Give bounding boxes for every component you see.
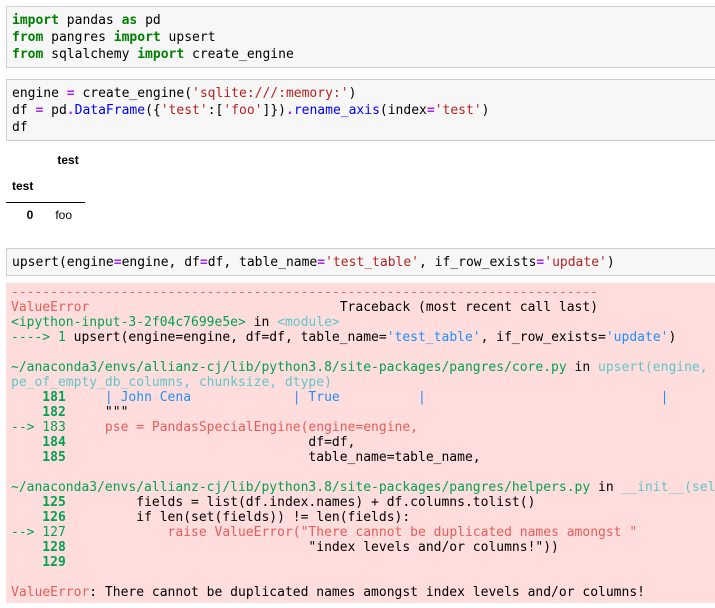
traceback-line: 128 "index levels and/or columns!")) (11, 540, 559, 555)
code-line: from sqlalchemy import create_engine (12, 47, 294, 62)
traceback-line: 185 table_name=table_name, (11, 450, 481, 465)
traceback-line: 129 (11, 555, 74, 570)
traceback-line: 184 df=df, (11, 435, 356, 450)
traceback-line: 125 fields = list(df.index.names) + df.c… (11, 495, 536, 510)
row-index: 0 (26, 208, 34, 223)
cell-value: foo (55, 208, 73, 223)
code-cell-imports[interactable]: import pandas as pd from pangres import … (6, 6, 715, 68)
traceback-line: 126 if len(set(fields)) != len(fields): (11, 510, 411, 525)
traceback-signature: pe_of_empty_db_columns, chunksize, dtype… (11, 375, 332, 390)
code-cell-upsert[interactable]: upsert(engine=engine, df=df, table_name=… (6, 248, 715, 276)
traceback-line: --> 183 pse = PandasSpecialEngine(engine… (11, 420, 418, 435)
traceback-line: ----> 1 upsert(engine=engine, df=df, tab… (11, 330, 677, 345)
code-line: import pandas as pd (12, 13, 161, 28)
error-message: ValueError: There cannot be duplicated n… (11, 585, 645, 600)
separator: ----------------------------------------… (11, 285, 598, 300)
traceback-line: 181 | John Cena | True | | (11, 390, 669, 405)
error-traceback: ----------------------------------------… (6, 283, 715, 603)
code-line: from pangres import upsert (12, 30, 216, 45)
traceback-line: 182 """ (11, 405, 129, 420)
code-line: df (12, 120, 28, 135)
column-header: test (57, 153, 79, 167)
code-line: engine = create_engine('sqlite:///:memor… (12, 86, 357, 101)
traceback-header: ValueError Traceback (most recent call l… (11, 300, 599, 315)
dataframe-output: test test 0 foo (6, 150, 85, 228)
code-line: df = pd.DataFrame({'test':['foo']}).rena… (12, 103, 490, 118)
index-name: test (12, 178, 34, 193)
traceback-frame: <ipython-input-3-2f04c7699e5e> in <modul… (11, 315, 340, 330)
traceback-line: --> 127 raise ValueError("There cannot b… (11, 525, 638, 540)
traceback-frame: ~/anaconda3/envs/allianz-cj/lib/python3.… (11, 360, 708, 375)
code-line: upsert(engine=engine, df=df, table_name=… (12, 255, 615, 270)
code-cell-dataframe[interactable]: engine = create_engine('sqlite:///:memor… (6, 79, 715, 141)
traceback-frame: ~/anaconda3/envs/allianz-cj/lib/python3.… (11, 480, 715, 495)
